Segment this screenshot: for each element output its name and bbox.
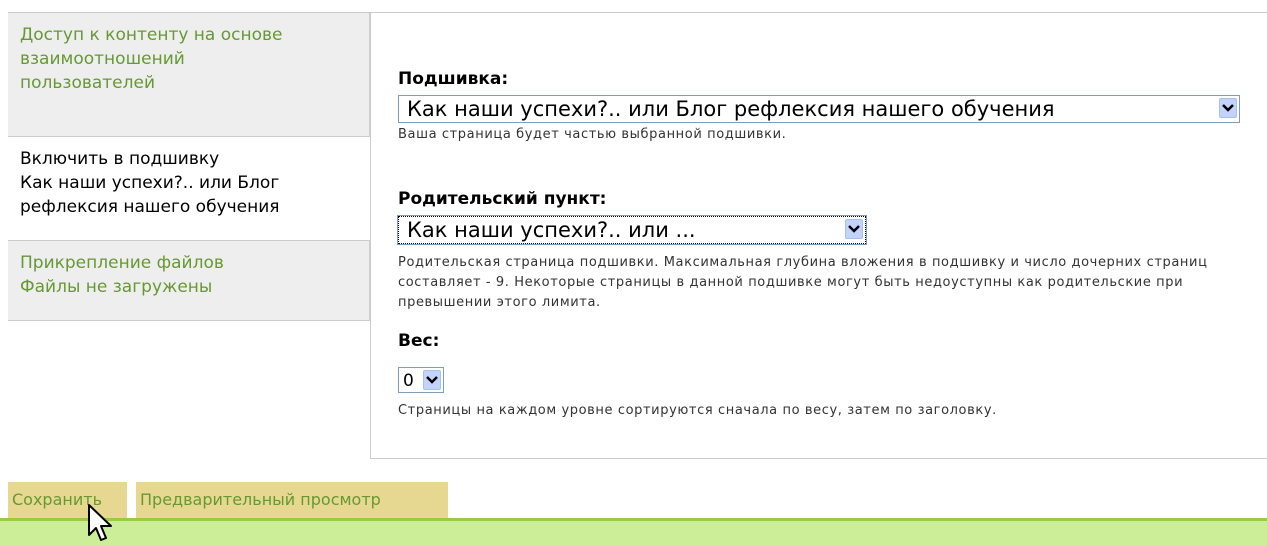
tab-title: Прикрепление файлов — [20, 253, 224, 273]
vertical-tabs-list: Доступ к контенту на основе взаимоотноше… — [8, 13, 370, 321]
parent-label: Родительский пункт: — [398, 189, 607, 209]
weight-label: Вес: — [398, 331, 440, 351]
parent-select-value: Как наши успехи?.. или ... — [407, 218, 696, 242]
footer-bar — [0, 518, 1267, 546]
tab-summary: рефлексия нашего обучения — [20, 197, 280, 217]
preview-button[interactable]: Предварительный просмотр — [136, 482, 448, 518]
chevron-down-icon[interactable] — [845, 219, 863, 239]
weight-description: Страницы на каждом уровне сортируются сн… — [398, 403, 997, 418]
book-select[interactable]: Как наши успехи?.. или Блог рефлексия на… — [398, 95, 1240, 123]
tab-file-attachments[interactable]: Прикрепление файлов Файлы не загружены — [8, 241, 370, 321]
chevron-down-icon[interactable] — [1219, 98, 1237, 118]
tab-book-outline[interactable]: Включить в подшивку Как наши успехи?.. и… — [8, 137, 370, 241]
parent-description: Родительская страница подшивки. Максимал… — [398, 255, 1208, 310]
mouse-pointer-icon — [88, 504, 112, 541]
tab-summary: Файлы не загружены — [20, 277, 213, 297]
tab-summary: Как наши успехи?.. или Блог — [20, 173, 280, 193]
weight-select-value: 0 — [403, 371, 414, 391]
tab-title: Доступ к контенту на основе — [20, 25, 283, 45]
tab-title: пользователей — [20, 73, 156, 93]
page: Доступ к контенту на основе взаимоотноше… — [0, 0, 1267, 546]
vertical-tabs-frame: Доступ к контенту на основе взаимоотноше… — [8, 12, 1267, 459]
book-select-value: Как наши успехи?.. или Блог рефлексия на… — [407, 97, 1055, 121]
chevron-down-icon[interactable] — [423, 370, 441, 390]
book-label: Подшивка: — [398, 69, 509, 89]
weight-select[interactable]: 0 — [398, 367, 444, 393]
book-description: Ваша страница будет частью выбранной под… — [398, 127, 787, 142]
parent-select[interactable]: Как наши успехи?.. или ... — [397, 215, 867, 245]
tab-panel-book-outline: Подшивка: Как наши успехи?.. или Блог ре… — [370, 13, 1267, 459]
tab-content-access[interactable]: Доступ к контенту на основе взаимоотноше… — [8, 13, 370, 137]
tab-title: Включить в подшивку — [20, 149, 220, 169]
tab-title: взаимоотношений — [20, 49, 185, 69]
